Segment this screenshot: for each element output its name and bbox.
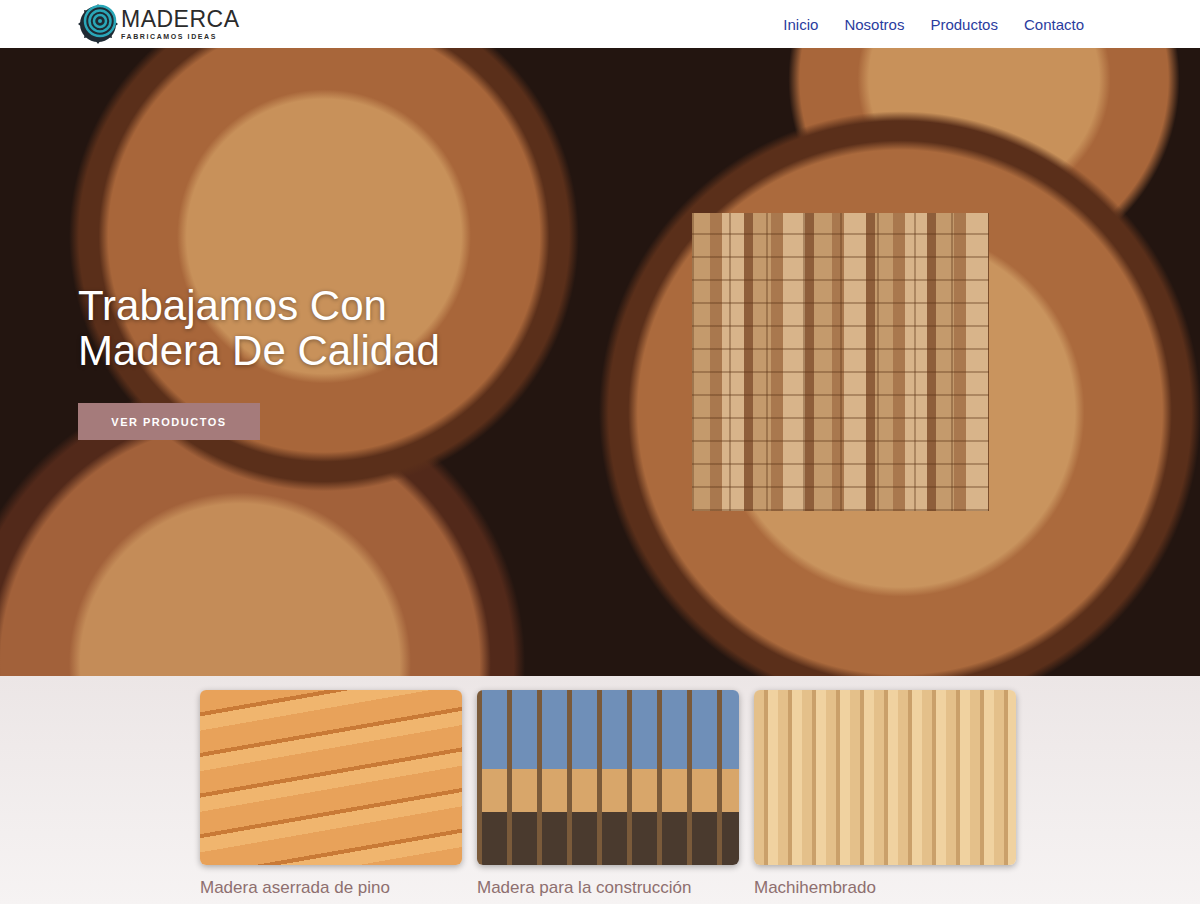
wood-mosaic-image <box>692 213 989 511</box>
hero-title: Trabajamos ConMadera De Calidad <box>78 284 692 374</box>
logo-text: MADERCA FABRICAMOS IDEAS <box>121 8 240 40</box>
logo-name: MADERCA <box>121 8 240 31</box>
header: MADERCA FABRICAMOS IDEAS Inicio Nosotros Pro… <box>0 0 1200 48</box>
nav-link[interactable]: Nosotros <box>844 16 904 33</box>
hero-content: Trabajamos ConMadera De Calidad VER PRODU… <box>78 284 692 441</box>
hero-title-line: Trabajamos Con <box>78 284 692 329</box>
product-image <box>754 690 1016 865</box>
product-label[interactable]: Machihembrado <box>754 878 1016 898</box>
product-card[interactable]: Machihembrado <box>754 690 1016 904</box>
hero-title-line: Madera De Calidad <box>78 329 692 374</box>
page: MADERCA FABRICAMOS IDEAS Inicio Nosotros Pro… <box>0 0 1200 904</box>
product-label[interactable]: Madera aserrada de pino <box>200 878 462 898</box>
main-nav: Inicio Nosotros Productos Contacto <box>783 16 1084 33</box>
product-image <box>200 690 462 865</box>
saw-blade-logo-icon <box>78 4 118 44</box>
product-label[interactable]: Madera para la construcción <box>477 878 739 898</box>
nav-link[interactable]: Inicio <box>783 16 818 33</box>
logo[interactable]: MADERCA FABRICAMOS IDEAS <box>78 4 240 44</box>
product-card[interactable]: Madera para la construcción <box>477 690 739 904</box>
nav-link[interactable]: Contacto <box>1024 16 1084 33</box>
product-card[interactable]: Madera aserrada de pino <box>200 690 462 904</box>
hero: Trabajamos ConMadera De Calidad VER PRODU… <box>0 48 1200 676</box>
nav-link[interactable]: Productos <box>930 16 998 33</box>
view-products-button[interactable]: VER PRODUCTOS <box>78 403 260 440</box>
products-section: Madera aserrada de pino Madera para la co… <box>0 676 1200 904</box>
logo-tagline: FABRICAMOS IDEAS <box>121 33 240 40</box>
product-image <box>477 690 739 865</box>
